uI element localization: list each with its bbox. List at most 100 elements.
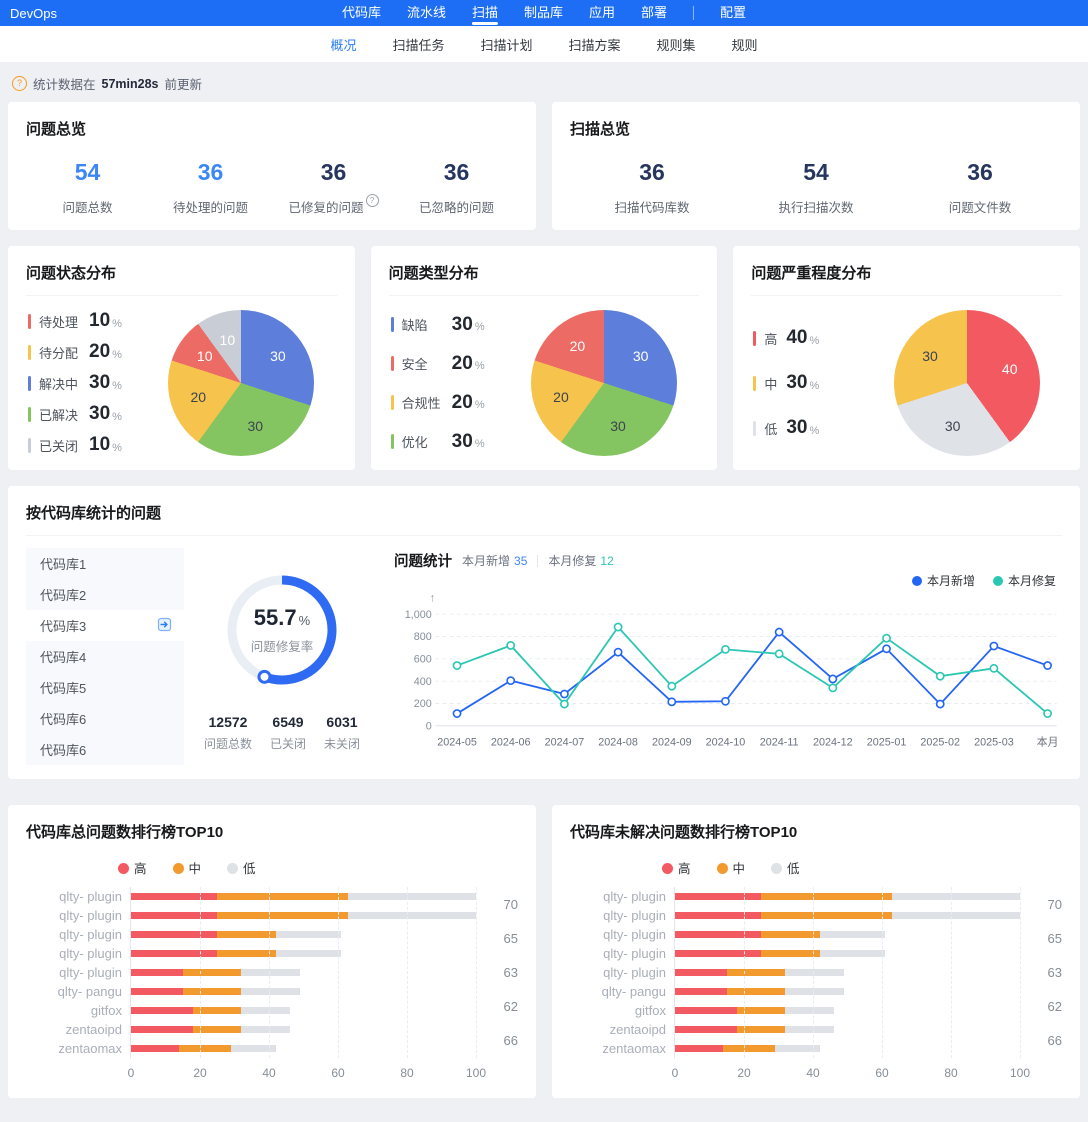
legend-item[interactable]: 低 bbox=[771, 858, 800, 877]
legend-color-bar bbox=[391, 356, 394, 371]
legend-color-bar bbox=[28, 376, 31, 391]
bar-segment-中 bbox=[723, 1045, 775, 1052]
stacked-bar bbox=[131, 893, 476, 900]
bar-category-label: qlty- plugin bbox=[26, 963, 130, 982]
sub-nav-tab[interactable]: 扫描计划 bbox=[480, 35, 532, 54]
bar-segment-高 bbox=[131, 950, 217, 957]
legend-dot bbox=[227, 863, 238, 874]
sub-nav-tab[interactable]: 扫描任务 bbox=[392, 35, 444, 54]
repo-list-item[interactable]: 代码库6 bbox=[26, 734, 184, 765]
top-nav-item[interactable]: 扫描 bbox=[472, 0, 498, 26]
repo-list-item[interactable]: 代码库2 bbox=[26, 579, 184, 610]
legend-percent-sign: % bbox=[112, 380, 122, 392]
repo-list-item[interactable]: 代码库4 bbox=[26, 641, 184, 672]
scan-stats: 36扫描代码库数54执行扫描次数36问题文件数 bbox=[570, 159, 1062, 216]
legend-value: 40 bbox=[786, 327, 807, 349]
bar-segment-中 bbox=[727, 969, 786, 976]
help-icon: ? bbox=[366, 194, 379, 207]
bar-plot-area: 020406080100 bbox=[674, 887, 1020, 1058]
bar-segment-中 bbox=[761, 893, 892, 900]
svg-text:本月: 本月 bbox=[1037, 735, 1059, 749]
legend-item: 解决中30% bbox=[28, 372, 146, 394]
bar-segment-低 bbox=[276, 950, 342, 957]
bar-plot-area: 020406080100 bbox=[130, 887, 476, 1058]
legend-label: 低 bbox=[764, 419, 786, 438]
sub-nav-tab[interactable]: 概况 bbox=[330, 35, 356, 54]
legend-item[interactable]: 中 bbox=[717, 858, 746, 877]
top-nav-item[interactable]: 制品库 bbox=[524, 0, 563, 26]
legend-dot bbox=[912, 576, 922, 586]
top-nav-item[interactable]: 流水线 bbox=[407, 0, 446, 26]
top-nav-item[interactable]: 应用 bbox=[589, 0, 615, 26]
legend-color-bar bbox=[391, 434, 394, 449]
gridline bbox=[744, 887, 745, 1058]
trend-legend: 本月新增 本月修复 bbox=[912, 572, 1056, 589]
legend-color-bar bbox=[28, 407, 31, 422]
panel-severity_pie: 问题严重程度分布高40%中30%低30%403030 bbox=[733, 246, 1080, 470]
legend-item[interactable]: 本月修复 bbox=[993, 572, 1056, 589]
legend-item[interactable]: 中 bbox=[173, 858, 202, 877]
sub-nav-tab[interactable]: 扫描方案 bbox=[569, 35, 621, 54]
bar-segment-高 bbox=[675, 1026, 737, 1033]
svg-text:0: 0 bbox=[426, 720, 432, 732]
bar-category-label: qlty- plugin bbox=[26, 887, 130, 906]
legend-label: 低 bbox=[787, 862, 800, 876]
top-nav-item[interactable]: 配置 bbox=[720, 0, 746, 26]
legend-percent-sign: % bbox=[112, 442, 122, 454]
repo-list-item[interactable]: 代码库5 bbox=[26, 672, 184, 703]
legend-item[interactable]: 低 bbox=[227, 858, 256, 877]
legend-item[interactable]: 高 bbox=[662, 858, 691, 877]
stacked-bar bbox=[131, 931, 476, 938]
legend-value: 30 bbox=[89, 403, 110, 425]
sub-nav-tab[interactable]: 规则集 bbox=[657, 35, 696, 54]
bar-segment-低 bbox=[241, 969, 300, 976]
brand-logo[interactable]: DevOps bbox=[10, 6, 57, 21]
repo-list-item[interactable]: 代码库3 bbox=[26, 610, 184, 641]
stat-label: 执行扫描次数 bbox=[734, 197, 898, 216]
enter-repo-icon[interactable] bbox=[157, 617, 172, 635]
top-nav-item[interactable]: 部署 bbox=[641, 0, 667, 26]
top-nav-item[interactable]: 代码库 bbox=[342, 0, 381, 26]
svg-text:600: 600 bbox=[414, 653, 432, 665]
legend-item[interactable]: 本月新增 bbox=[912, 572, 975, 589]
legend-color-bar bbox=[28, 345, 31, 360]
stat-label: 扫描代码库数 bbox=[570, 197, 734, 216]
pie-body: 高40%中30%低30%403030 bbox=[751, 310, 1062, 456]
right-axis-label: 70 bbox=[1048, 897, 1062, 912]
issue-stats: 54问题总数36待处理的问题36已修复的问题?36已忽略的问题 bbox=[26, 159, 518, 216]
bar-category-label: qlty- plugin bbox=[570, 925, 674, 944]
repo-list: 代码库1代码库2代码库3代码库4 代码库5 代码库6代码库6 bbox=[26, 548, 184, 765]
gauge-stat-label: 问题总数 bbox=[204, 735, 252, 752]
bar-segment-中 bbox=[727, 988, 786, 995]
legend-item: 安全20% bbox=[391, 353, 509, 375]
stacked-bar bbox=[131, 1026, 476, 1033]
gauge-label: 问题修复率 bbox=[251, 636, 314, 655]
repo-name: 代码库5 bbox=[40, 678, 86, 697]
sub-nav-tab[interactable]: 规则 bbox=[732, 35, 758, 54]
top-nav: DevOps 代码库流水线扫描制品库应用部署 配置 bbox=[0, 0, 1088, 26]
stat-label-text: 执行扫描次数 bbox=[778, 197, 853, 216]
bar-row bbox=[131, 925, 476, 944]
bar-row bbox=[675, 963, 1020, 982]
pie-legend: 高40%中30%低30% bbox=[751, 327, 871, 439]
bar-segment-高 bbox=[675, 950, 761, 957]
legend-value: 20 bbox=[452, 353, 473, 375]
stat-value: 36 bbox=[570, 159, 734, 186]
pie-legend: 缺陷30%安全20%合规性20%优化30% bbox=[389, 314, 509, 453]
fix-rate-gauge: 55.7% 问题修复率 bbox=[222, 570, 342, 690]
repo-list-item[interactable]: 代码库6 bbox=[26, 703, 184, 734]
bar-category-label: zentaomax bbox=[26, 1039, 130, 1058]
bar-segment-高 bbox=[675, 893, 761, 900]
bar-row bbox=[131, 944, 476, 963]
bar-segment-低 bbox=[241, 1007, 289, 1014]
legend-item[interactable]: 高 bbox=[118, 858, 147, 877]
gridline bbox=[338, 887, 339, 1058]
svg-text:2025-03: 2025-03 bbox=[974, 737, 1014, 749]
panel-title: 问题严重程度分布 bbox=[751, 262, 1062, 296]
rank_total-chart: qlty- pluginqlty- pluginqlty- pluginqlty… bbox=[26, 887, 518, 1058]
repo-list-item[interactable]: 代码库1 bbox=[26, 548, 184, 579]
svg-text:2024-06: 2024-06 bbox=[491, 737, 531, 749]
type_pie-chart: 30302020 bbox=[531, 310, 677, 456]
stat-label: 已忽略的问题 bbox=[395, 197, 518, 216]
stacked-bar bbox=[131, 988, 476, 995]
